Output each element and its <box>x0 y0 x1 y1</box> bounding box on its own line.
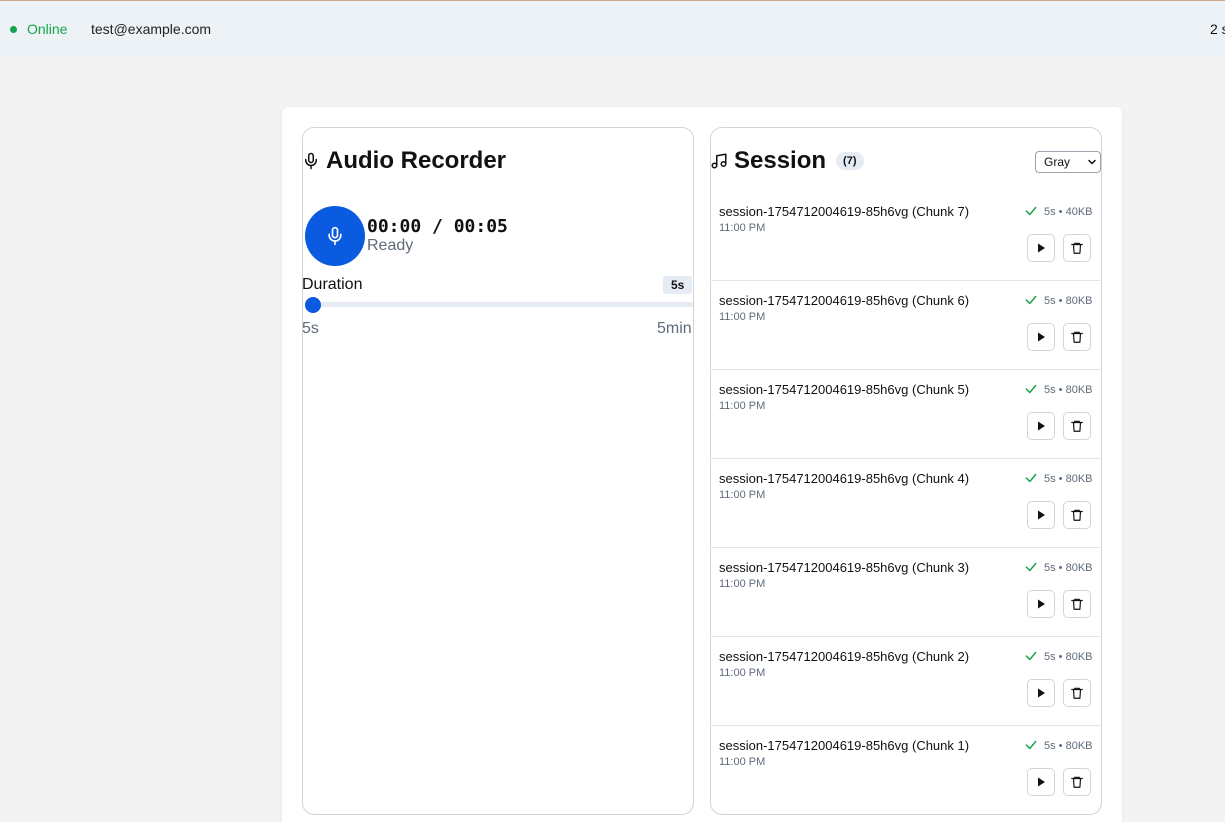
play-button[interactable] <box>1027 501 1055 529</box>
microphone-icon <box>328 226 342 246</box>
audio-recorder-header: Audio Recorder <box>302 146 506 176</box>
chunk-meta: 5s • 80KB <box>1044 295 1093 307</box>
check-icon <box>1025 384 1037 394</box>
audio-recorder-title: Audio Recorder <box>326 147 507 174</box>
play-button[interactable] <box>1027 234 1055 262</box>
chunk-time: 11:00 PM <box>719 489 766 501</box>
play-button[interactable] <box>1027 768 1055 796</box>
music-note-icon <box>711 153 727 169</box>
delete-button[interactable] <box>1063 501 1091 529</box>
online-status-label: Online <box>27 21 68 37</box>
trash-icon <box>1071 509 1083 521</box>
duration-slider-min-label: 5s <box>302 320 319 337</box>
play-icon <box>1038 421 1045 431</box>
delete-button[interactable] <box>1063 590 1091 618</box>
play-icon <box>1038 510 1045 520</box>
recording-status: Ready <box>367 237 414 254</box>
trash-icon <box>1071 687 1083 699</box>
microphone-icon <box>305 152 317 170</box>
delete-button[interactable] <box>1063 768 1091 796</box>
duration-label: Duration <box>302 276 363 293</box>
chunk-time: 11:00 PM <box>719 667 766 679</box>
chunk-time: 11:00 PM <box>719 400 766 412</box>
chunk-list-item: session-1754712004619-85h6vg (Chunk 2) 1… <box>710 637 1102 726</box>
delete-button[interactable] <box>1063 323 1091 351</box>
play-button[interactable] <box>1027 412 1055 440</box>
session-header: Session (7) <box>710 146 864 176</box>
trash-icon <box>1071 331 1083 343</box>
delete-button[interactable] <box>1063 412 1091 440</box>
top-bar: Online test@example.com 2 s <box>0 0 1225 56</box>
recording-timer: 00:00 / 00:05 <box>367 216 508 237</box>
play-button[interactable] <box>1027 590 1055 618</box>
chunk-meta: 5s • 80KB <box>1044 384 1093 396</box>
chunk-time: 11:00 PM <box>719 756 766 768</box>
chunk-list-item: session-1754712004619-85h6vg (Chunk 5) 1… <box>710 370 1102 459</box>
chunk-meta: 5s • 80KB <box>1044 740 1093 752</box>
chunk-meta: 5s • 80KB <box>1044 651 1093 663</box>
user-email: test@example.com <box>91 21 212 37</box>
chunk-name: session-1754712004619-85h6vg (Chunk 4) <box>719 471 970 486</box>
check-icon <box>1025 473 1037 483</box>
play-icon <box>1038 243 1045 253</box>
delete-button[interactable] <box>1063 679 1091 707</box>
chunk-meta: 5s • 40KB <box>1044 206 1093 218</box>
duration-slider-track[interactable] <box>305 302 693 307</box>
chunk-name: session-1754712004619-85h6vg (Chunk 5) <box>719 382 970 397</box>
check-icon <box>1025 206 1037 216</box>
chunk-list-item: session-1754712004619-85h6vg (Chunk 3) 1… <box>710 548 1102 637</box>
play-icon <box>1038 332 1045 342</box>
chunk-time: 11:00 PM <box>719 311 766 323</box>
record-button[interactable] <box>305 206 365 266</box>
chunk-name: session-1754712004619-85h6vg (Chunk 3) <box>719 560 970 575</box>
check-icon <box>1025 740 1037 750</box>
check-icon <box>1025 562 1037 572</box>
chunk-name: session-1754712004619-85h6vg (Chunk 1) <box>719 738 970 753</box>
check-icon <box>1025 295 1037 305</box>
topbar-right-text: 2 s <box>1210 21 1225 37</box>
play-icon <box>1038 688 1045 698</box>
trash-icon <box>1071 776 1083 788</box>
play-button[interactable] <box>1027 323 1055 351</box>
duration-slider-thumb[interactable] <box>305 297 321 313</box>
trash-icon <box>1071 420 1083 432</box>
chunk-list-item: session-1754712004619-85h6vg (Chunk 6) 1… <box>710 281 1102 370</box>
chunk-time: 11:00 PM <box>719 222 766 234</box>
duration-badge: 5s <box>663 276 693 294</box>
check-icon <box>1025 651 1037 661</box>
session-title: Session <box>734 147 827 174</box>
trash-icon <box>1071 242 1083 254</box>
chunk-name: session-1754712004619-85h6vg (Chunk 2) <box>719 649 970 664</box>
chunk-meta: 5s • 80KB <box>1044 473 1093 485</box>
online-status-dot <box>10 26 17 33</box>
chunk-name: session-1754712004619-85h6vg (Chunk 6) <box>719 293 970 308</box>
chunk-list-item: session-1754712004619-85h6vg (Chunk 4) 1… <box>710 459 1102 548</box>
chunk-name: session-1754712004619-85h6vg (Chunk 7) <box>719 204 970 219</box>
trash-icon <box>1071 598 1083 610</box>
duration-slider-max-label: 5min <box>657 320 692 337</box>
delete-button[interactable] <box>1063 234 1091 262</box>
session-count-badge: (7) <box>836 152 864 170</box>
session-chunk-list: session-1754712004619-85h6vg (Chunk 7) 1… <box>710 192 1102 815</box>
chunk-meta: 5s • 80KB <box>1044 562 1093 574</box>
play-icon <box>1038 777 1045 787</box>
chunk-time: 11:00 PM <box>719 578 766 590</box>
play-button[interactable] <box>1027 679 1055 707</box>
theme-select[interactable]: Gray <box>1035 151 1101 173</box>
chunk-list-item: session-1754712004619-85h6vg (Chunk 1) 1… <box>710 726 1102 815</box>
play-icon <box>1038 599 1045 609</box>
chunk-list-item: session-1754712004619-85h6vg (Chunk 7) 1… <box>710 192 1102 281</box>
